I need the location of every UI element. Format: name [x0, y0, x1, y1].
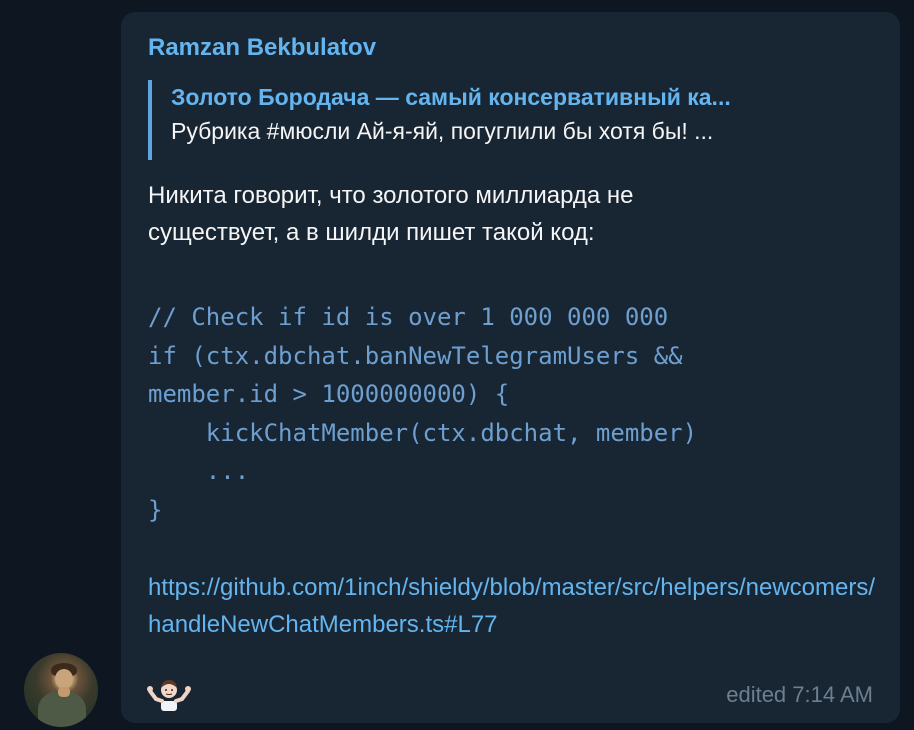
sender-avatar[interactable]: [24, 653, 98, 727]
edited-timestamp: edited 7:14 AM: [726, 682, 873, 707]
person-shrugging-emoji: [147, 680, 191, 711]
message-text-line: Никита говорит, что золотого миллиарда н…: [148, 182, 634, 209]
github-link[interactable]: https://github.com/1inch/shieldy/blob/ma…: [148, 569, 878, 643]
reply-preview[interactable]: Золото Бородача — самый консервативный к…: [148, 80, 868, 160]
reply-title: Золото Бородача — самый консервативный к…: [171, 84, 731, 110]
chat-view: Ramzan Bekbulatov Золото Бородача — самы…: [0, 0, 914, 730]
reply-text: Рубрика #мюсли Ай-я-яй, погуглили бы хот…: [171, 118, 714, 144]
avatar-hand-shape: [58, 687, 70, 697]
sender-name[interactable]: Ramzan Bekbulatov: [148, 34, 376, 62]
avatar-head-shape: [55, 669, 73, 689]
message-bubble[interactable]: Ramzan Bekbulatov Золото Бородача — самы…: [121, 12, 900, 723]
message-text-line: существует, а в шилди пишет такой код:: [148, 219, 595, 246]
code-block: // Check if id is over 1 000 000 000 if …: [148, 303, 698, 524]
message-text: Никита говорит, что золотого миллиарда н…: [148, 177, 888, 251]
